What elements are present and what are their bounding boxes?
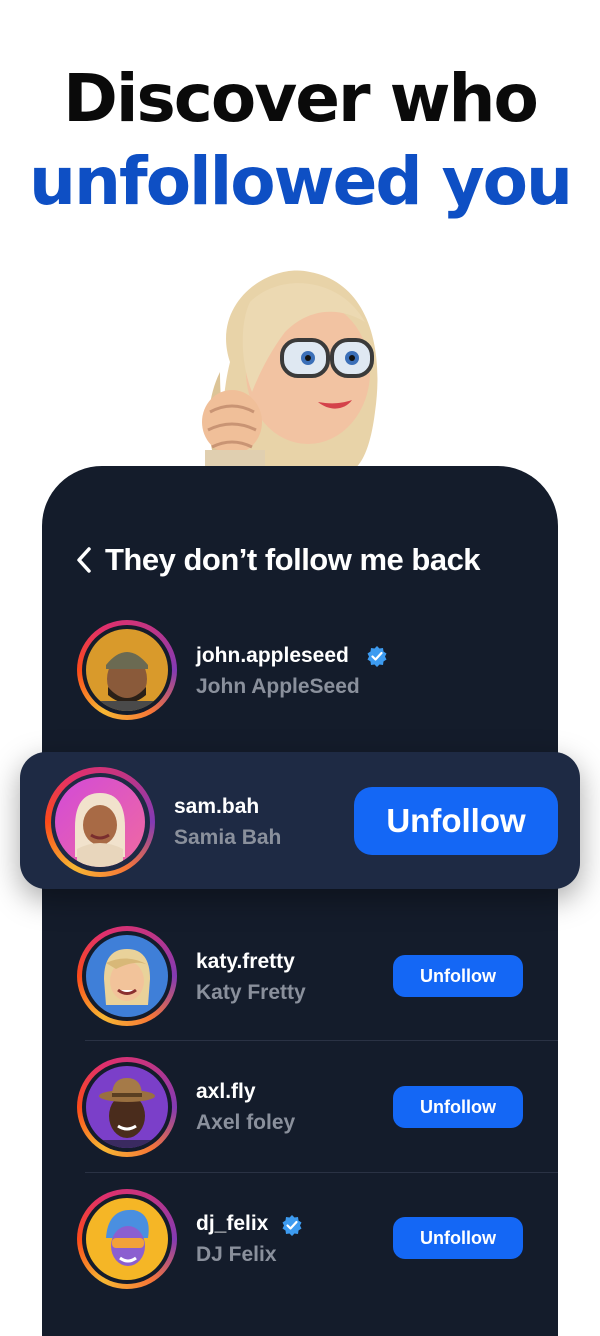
avatar-image xyxy=(86,629,168,711)
username[interactable]: dj_felix xyxy=(196,1212,268,1236)
avatar[interactable] xyxy=(77,1189,177,1289)
verified-badge-icon xyxy=(367,646,387,667)
divider xyxy=(85,1040,558,1041)
avatar-image xyxy=(86,1198,168,1280)
full-name: DJ Felix xyxy=(196,1243,277,1266)
full-name: Samia Bah xyxy=(174,826,282,849)
unfollow-button[interactable]: Unfollow xyxy=(354,787,558,855)
avatar[interactable] xyxy=(77,1057,177,1157)
full-name: Katy Fretty xyxy=(196,981,306,1004)
headline-line-1: Discover who xyxy=(63,60,539,137)
username[interactable]: axl.fly xyxy=(196,1080,256,1104)
avatar-image xyxy=(86,1066,168,1148)
unfollow-button[interactable]: Unfollow xyxy=(393,955,523,997)
headline-line-2: unfollowed you xyxy=(29,143,573,220)
full-name: Axel foley xyxy=(196,1111,296,1134)
unfollow-button[interactable]: Unfollow xyxy=(393,1217,523,1259)
avatar-image xyxy=(55,777,145,867)
screen-title: They don’t follow me back xyxy=(105,542,481,577)
verified-badge-icon xyxy=(282,1215,302,1236)
avatar[interactable] xyxy=(77,620,177,720)
avatar[interactable] xyxy=(77,926,177,1026)
memoji-mascot xyxy=(202,270,378,472)
username[interactable]: sam.bah xyxy=(174,795,259,819)
chevron-left-icon[interactable] xyxy=(73,545,95,575)
divider xyxy=(85,1172,558,1173)
avatar-image xyxy=(86,935,168,1017)
username[interactable]: katy.fretty xyxy=(196,950,295,974)
username[interactable]: john.appleseed xyxy=(196,644,349,668)
full-name: John AppleSeed xyxy=(196,675,360,698)
screen-header: They don’t follow me back xyxy=(73,540,481,580)
unfollow-button[interactable]: Unfollow xyxy=(393,1086,523,1128)
avatar[interactable] xyxy=(45,767,155,877)
